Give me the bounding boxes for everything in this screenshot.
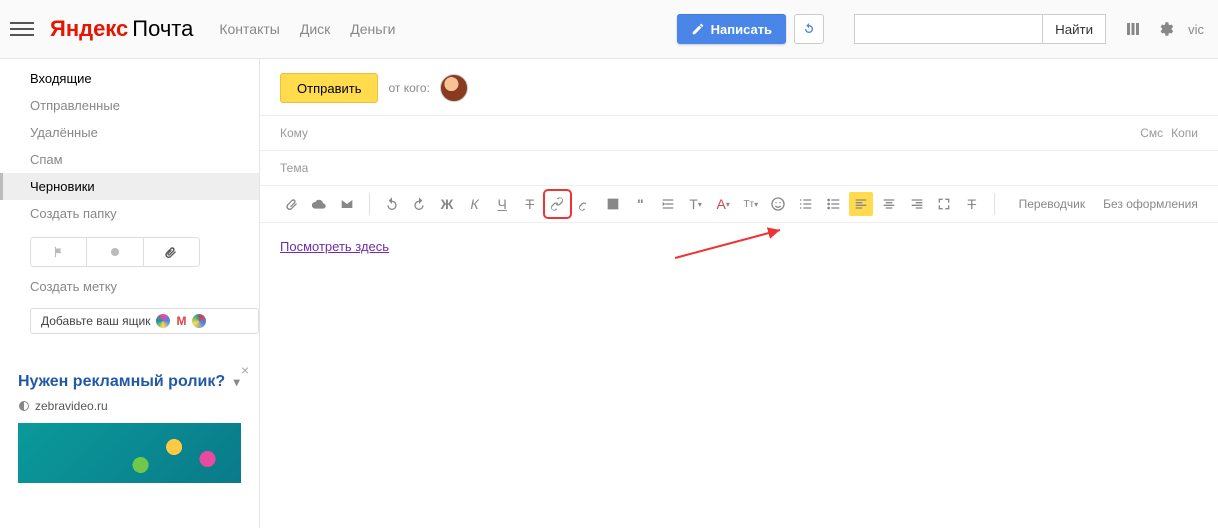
nav-disk[interactable]: Диск	[300, 21, 330, 37]
field-to-label: Кому	[280, 126, 308, 140]
refresh-button[interactable]	[794, 14, 824, 44]
mail-attach-icon[interactable]	[335, 192, 359, 216]
annotation-arrow	[670, 225, 790, 265]
copy-option[interactable]: Копи	[1171, 126, 1198, 140]
services-icon[interactable]	[1124, 20, 1142, 38]
app-header: Яндекс Почта Контакты Диск Деньги Написа…	[0, 0, 1218, 59]
editor-toolbar: Ж К Ч Т " T▾ A▾ Tт▾ T Переводчик Без офо…	[260, 185, 1218, 223]
link-icon	[18, 400, 30, 412]
main: Входящие Отправленные Удалённые Спам Чер…	[0, 59, 1218, 528]
field-subject[interactable]: Тема	[260, 150, 1218, 185]
italic-icon[interactable]: К	[463, 192, 487, 216]
folder-spam[interactable]: Спам	[0, 146, 259, 173]
align-center-icon[interactable]	[877, 192, 901, 216]
bold-icon[interactable]: Ж	[435, 192, 459, 216]
chevron-down-icon: ▾	[234, 375, 240, 389]
hamburger-menu-icon[interactable]	[10, 17, 34, 41]
logo-service: Яндекс	[50, 16, 128, 42]
fullscreen-icon[interactable]	[932, 192, 956, 216]
other-mail-icon	[192, 314, 206, 328]
image-icon[interactable]	[601, 192, 625, 216]
header-right: vic	[1124, 20, 1204, 38]
translator-button[interactable]: Переводчик	[1019, 197, 1086, 211]
text-color-icon[interactable]: T▾	[684, 192, 708, 216]
align-right-icon[interactable]	[905, 192, 929, 216]
unordered-list-icon[interactable]	[822, 192, 846, 216]
search-button[interactable]: Найти	[1042, 14, 1106, 44]
ad-url[interactable]: zebravideo.ru	[18, 399, 241, 413]
compose-topbar: Отправить от кого:	[260, 73, 1218, 115]
folder-drafts[interactable]: Черновики	[0, 173, 259, 200]
gmail-icon: M	[176, 314, 186, 328]
indent-icon[interactable]	[656, 192, 680, 216]
attach-icon[interactable]	[280, 192, 304, 216]
folder-sent[interactable]: Отправленные	[0, 92, 259, 119]
editor-body[interactable]: Посмотреть здесь	[260, 223, 1218, 270]
compose-button-label: Написать	[711, 22, 772, 37]
compose-icon	[691, 22, 705, 36]
gear-icon[interactable]	[1156, 20, 1174, 38]
font-size-icon[interactable]: Tт▾	[739, 192, 763, 216]
undo-icon[interactable]	[380, 192, 404, 216]
compose-pane: Отправить от кого: Кому Смс Копи Тема Ж …	[260, 59, 1218, 528]
ordered-list-icon[interactable]	[794, 192, 818, 216]
field-to[interactable]: Кому Смс Копи	[260, 115, 1218, 150]
folder-create[interactable]: Создать папку	[0, 200, 259, 227]
clear-format-icon[interactable]: T	[960, 192, 984, 216]
folder-trash[interactable]: Удалённые	[0, 119, 259, 146]
dot-icon[interactable]	[86, 238, 142, 266]
search: Найти	[854, 14, 1106, 44]
ad-banner[interactable]	[18, 423, 241, 483]
search-input[interactable]	[854, 14, 1042, 44]
sms-option[interactable]: Смс	[1140, 126, 1163, 140]
underline-icon[interactable]: Ч	[490, 192, 514, 216]
sidebar: Входящие Отправленные Удалённые Спам Чер…	[0, 59, 260, 528]
link-icon[interactable]	[546, 192, 570, 216]
redo-icon[interactable]	[407, 192, 431, 216]
cloud-attach-icon[interactable]	[308, 192, 332, 216]
logo[interactable]: Яндекс Почта	[50, 16, 193, 42]
from-label: от кого:	[388, 81, 429, 95]
top-nav: Контакты Диск Деньги	[219, 21, 395, 37]
send-button[interactable]: Отправить	[280, 73, 378, 103]
user-label[interactable]: vic	[1188, 22, 1204, 37]
emoji-icon[interactable]	[767, 192, 791, 216]
create-label[interactable]: Создать метку	[0, 277, 259, 300]
refresh-icon	[801, 21, 817, 37]
avatar[interactable]	[440, 74, 468, 102]
logo-product: Почта	[132, 16, 193, 42]
font-color-icon[interactable]: A▾	[711, 192, 735, 216]
close-icon[interactable]: ×	[241, 362, 249, 378]
folder-inbox[interactable]: Входящие	[0, 65, 259, 92]
ad-title[interactable]: Нужен рекламный ролик? ▾	[18, 372, 241, 393]
strike-icon[interactable]: Т	[518, 192, 542, 216]
sidebar-tools	[30, 237, 200, 267]
add-mailbox-button[interactable]: Добавьте ваш ящик M	[30, 308, 259, 334]
align-left-icon[interactable]	[849, 192, 873, 216]
unlink-icon[interactable]	[573, 192, 597, 216]
sidebar-ad: × Нужен рекламный ролик? ▾ zebravideo.ru	[0, 362, 259, 483]
compose-button[interactable]: Написать	[677, 14, 786, 44]
flag-icon[interactable]	[31, 238, 86, 266]
plain-text-button[interactable]: Без оформления	[1103, 197, 1198, 211]
nav-money[interactable]: Деньги	[350, 21, 395, 37]
body-link[interactable]: Посмотреть здесь	[280, 239, 389, 254]
mailru-icon	[156, 314, 170, 328]
attachment-icon[interactable]	[143, 238, 199, 266]
add-mailbox-label: Добавьте ваш ящик	[41, 314, 150, 328]
nav-contacts[interactable]: Контакты	[219, 21, 279, 37]
field-subject-label: Тема	[280, 161, 308, 175]
quote-icon[interactable]: "	[628, 192, 652, 216]
